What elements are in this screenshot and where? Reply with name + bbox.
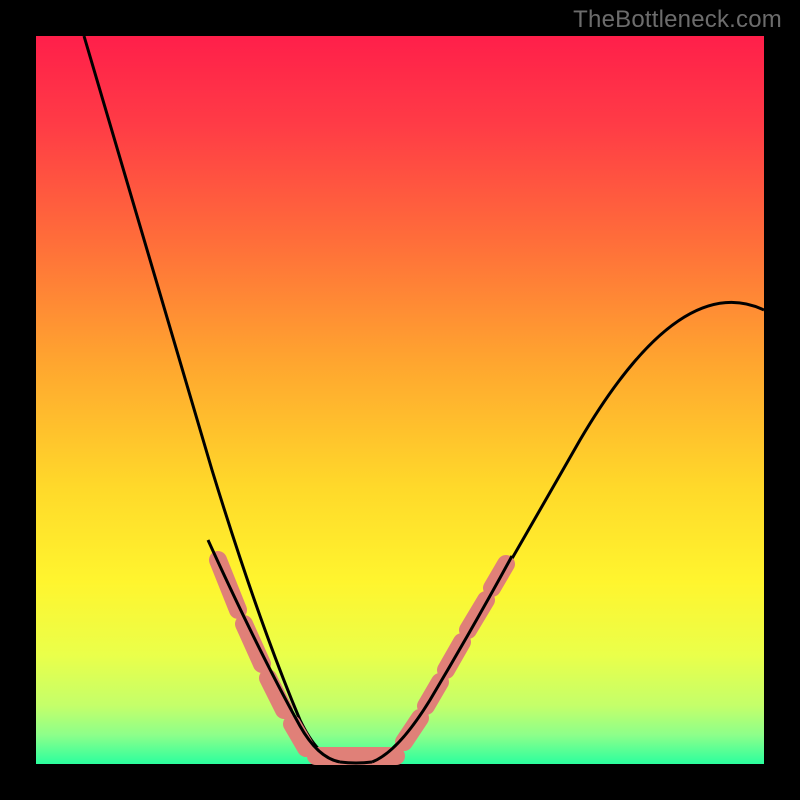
bottleneck-chart: [0, 0, 800, 800]
marker-band-right-5: [492, 564, 506, 588]
watermark-text: TheBottleneck.com: [573, 6, 782, 34]
chart-frame: TheBottleneck.com: [0, 0, 800, 800]
marker-band-left-4: [292, 724, 306, 748]
curve-bottom-over: [340, 762, 372, 763]
plot-background: [36, 36, 764, 764]
